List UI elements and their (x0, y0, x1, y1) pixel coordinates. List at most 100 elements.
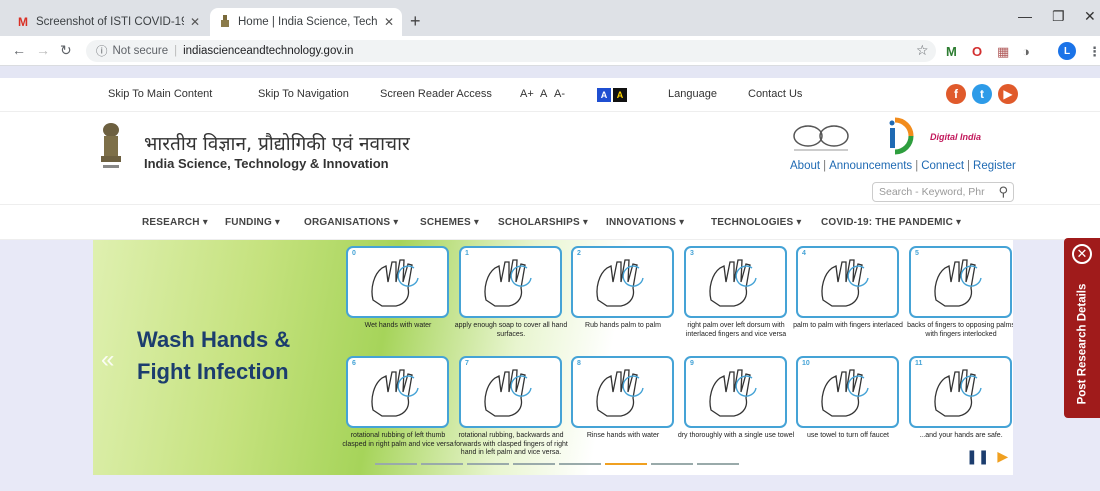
maximize-icon[interactable]: ❐ (1052, 8, 1065, 25)
step-number: 6 (352, 360, 356, 367)
carousel-indicator[interactable] (697, 463, 739, 465)
nav-label: SCHOLARSHIPS (498, 217, 580, 228)
step-caption: ...and your hands are safe. (919, 432, 1003, 439)
hero-carousel[interactable]: « Wash Hands & Fight Infection ❚❚ ▶ 0 Wet… (93, 240, 1013, 475)
site-title-hindi: भारतीय विज्ञान, प्रौद्योगिकी एवं नवाचार (144, 133, 410, 155)
nav-innovations[interactable]: INNOVATIONS ▾ (606, 217, 684, 228)
post-research-tab[interactable]: ✕ Post Research Details (1064, 238, 1100, 418)
hand-illustration-icon (934, 369, 982, 417)
carousel-indicator[interactable] (651, 463, 693, 465)
menu-icon[interactable]: ⋮ (1088, 44, 1100, 60)
youtube-icon[interactable]: ▶ (998, 84, 1018, 104)
step-caption: rotational rubbing, backwards and forwar… (454, 432, 568, 456)
divider: | (174, 45, 178, 57)
hand-illustration-icon (934, 259, 982, 307)
carousel-indicator[interactable] (421, 463, 463, 465)
profile-avatar[interactable]: L (1058, 42, 1076, 60)
extension-icon[interactable]: ◑ (1022, 44, 1030, 59)
search-icon[interactable]: ⚲ (998, 184, 1008, 200)
connect-link[interactable]: Connect (921, 160, 964, 172)
hand-illustration-icon (821, 259, 869, 307)
carousel-prev-icon[interactable]: « (101, 346, 114, 374)
step-caption: palm to palm with fingers interlaced (793, 322, 903, 329)
step-caption: use towel to turn off faucet (807, 432, 889, 439)
nav-scholarships[interactable]: SCHOLARSHIPS ▾ (498, 217, 588, 228)
screen-reader-link[interactable]: Screen Reader Access (380, 88, 492, 100)
step-number: 4 (802, 250, 806, 257)
skip-nav-link[interactable]: Skip To Navigation (258, 88, 349, 100)
reload-icon[interactable]: ↻ (60, 42, 72, 59)
url-text: indiascienceandtechnology.gov.in (183, 45, 354, 57)
register-link[interactable]: Register (973, 160, 1016, 172)
handwash-step-card: 1 (459, 246, 562, 318)
nav-technologies[interactable]: TECHNOLOGIES ▾ (711, 217, 802, 228)
opera-icon[interactable]: O (972, 44, 982, 59)
hand-illustration-icon (484, 259, 532, 307)
font-decrease-button[interactable]: A- (554, 88, 565, 100)
divider: | (823, 160, 827, 172)
nav-organisations[interactable]: ORGANISATIONS ▾ (304, 217, 399, 228)
search-input[interactable]: Search - Keyword, Phr ⚲ (872, 182, 1014, 202)
step-number: 8 (577, 360, 581, 367)
hand-illustration-icon (821, 369, 869, 417)
hand-illustration-icon (371, 259, 419, 307)
step-caption: right palm over left dorsum with interla… (685, 322, 787, 338)
close-tab-icon[interactable]: ✕ (190, 15, 200, 29)
close-icon[interactable]: ✕ (1072, 244, 1092, 264)
info-icon[interactable]: ⓘ (96, 43, 108, 59)
carousel-indicator[interactable] (605, 463, 647, 465)
about-link[interactable]: About (790, 160, 820, 172)
carousel-controls: ❚❚ ▶ (966, 448, 1008, 465)
handwash-step-card: 2 (571, 246, 674, 318)
address-bar: ← → ↻ ⓘ Not secure | indiascienceandtech… (0, 36, 1100, 66)
browser-tab-gmail[interactable]: M Screenshot of ISTI COVID-19 - Ia ✕ (8, 8, 208, 36)
step-number: 2 (577, 250, 581, 257)
divider: | (915, 160, 919, 172)
carousel-indicator[interactable] (513, 463, 555, 465)
nav-label: COVID-19: THE PANDEMIC (821, 217, 954, 228)
digital-india-logo (889, 117, 914, 155)
announcements-link[interactable]: Announcements (829, 160, 912, 172)
carousel-indicator[interactable] (375, 463, 417, 465)
pause-icon[interactable]: ❚❚ (966, 448, 989, 464)
minimize-icon[interactable]: — (1018, 8, 1032, 24)
twitter-icon[interactable]: t (972, 84, 992, 104)
browser-tab-home[interactable]: Home | India Science, Technolog ✕ (210, 8, 402, 36)
nav-research[interactable]: RESEARCH ▾ (142, 217, 208, 228)
handwash-step-card: 0 (346, 246, 449, 318)
step-number: 3 (690, 250, 694, 257)
font-increase-button[interactable]: A+ (520, 88, 534, 100)
extension-icon[interactable]: M (946, 44, 957, 59)
carousel-indicators (375, 463, 739, 466)
extension-icon[interactable]: ▦ (997, 44, 1009, 60)
facebook-icon[interactable]: f (946, 84, 966, 104)
main-navigation: RESEARCH ▾ FUNDING ▾ ORGANISATIONS ▾ SCH… (0, 204, 1100, 240)
forward-icon[interactable]: → (36, 42, 50, 58)
skip-main-link[interactable]: Skip To Main Content (108, 88, 212, 100)
step-number: 0 (352, 250, 356, 257)
carousel-indicator[interactable] (467, 463, 509, 465)
handwash-step-card: 7 (459, 356, 562, 428)
language-link[interactable]: Language (668, 88, 717, 100)
contrast-blue-button[interactable]: A (597, 88, 611, 102)
nav-covid19[interactable]: COVID-19: THE PANDEMIC ▾ (821, 217, 961, 228)
play-icon[interactable]: ▶ (997, 448, 1008, 464)
nav-funding[interactable]: FUNDING ▾ (225, 217, 280, 228)
back-icon[interactable]: ← (12, 42, 26, 58)
close-window-icon[interactable]: ✕ (1084, 8, 1096, 25)
font-normal-button[interactable]: A (540, 88, 547, 100)
post-research-label-wrap: Post Research Details (1064, 274, 1100, 414)
close-tab-icon[interactable]: ✕ (384, 15, 394, 29)
contact-link[interactable]: Contact Us (748, 88, 802, 100)
search-placeholder: Search - Keyword, Phr (879, 186, 985, 198)
carousel-indicator[interactable] (559, 463, 601, 465)
url-field[interactable]: ⓘ Not secure | indiascienceandtechnology… (86, 40, 936, 62)
handwash-step-card: 8 (571, 356, 674, 428)
handwash-step-card: 10 (796, 356, 899, 428)
new-tab-button[interactable]: + (410, 11, 421, 32)
nav-schemes[interactable]: SCHEMES ▾ (420, 217, 479, 228)
digital-india-label: Digital India (930, 132, 982, 142)
star-icon[interactable]: ☆ (916, 42, 929, 59)
contrast-dark-button[interactable]: A (613, 88, 627, 102)
handwash-step-card: 11 (909, 356, 1012, 428)
